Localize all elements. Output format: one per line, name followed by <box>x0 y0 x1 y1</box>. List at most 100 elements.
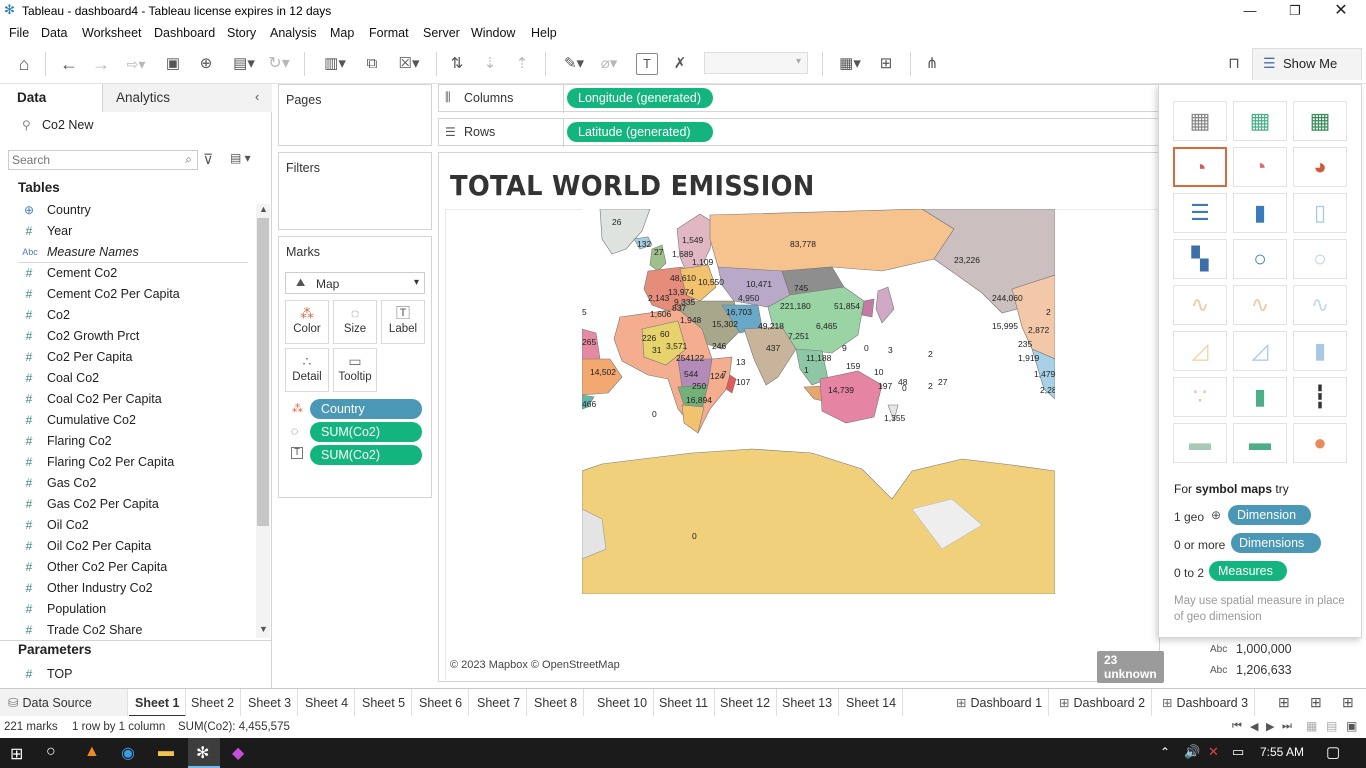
minimize-icon[interactable]: — <box>1240 2 1260 20</box>
clear-sheet-icon[interactable]: ☒▾ <box>392 52 426 76</box>
dashboard-tab[interactable]: ⊞ Dashboard 1 <box>950 689 1050 717</box>
field-item[interactable]: Abc Measure Names <box>0 242 255 263</box>
view-options-icon[interactable]: ▤ ▾ <box>230 151 251 165</box>
field-list-scrollbar[interactable]: ▲ ▼ <box>256 204 270 638</box>
menu-data[interactable]: Data <box>41 26 67 40</box>
edge-icon[interactable]: ◉ <box>121 743 135 763</box>
menu-help[interactable]: Help <box>531 26 557 40</box>
filters-card[interactable]: Filters <box>278 152 432 230</box>
filmstrip-icon[interactable]: ▤ <box>1326 719 1337 733</box>
sheet-sorter-icon[interactable]: ▦ <box>1306 719 1317 733</box>
field-item[interactable]: # Co2 <box>0 305 255 326</box>
sheet-tab[interactable]: Sheet 8 <box>528 689 585 717</box>
menu-story[interactable]: Story <box>227 26 256 40</box>
field-item[interactable]: # Flaring Co2 <box>0 431 255 452</box>
side-by-side-bars-chart-option[interactable]: ▯ <box>1293 193 1347 233</box>
gantt-chart-option[interactable]: ▬ <box>1173 423 1227 463</box>
home-icon[interactable]: ⌂ <box>12 52 36 76</box>
field-item[interactable]: # Co2 Growth Prct <box>0 326 255 347</box>
text-table-chart-option[interactable]: ▦ <box>1173 101 1227 141</box>
area-discrete-chart-option[interactable]: ◿ <box>1233 331 1287 371</box>
scatter-plot-chart-option[interactable]: ∵ <box>1173 377 1227 417</box>
menu-format[interactable]: Format <box>369 26 409 40</box>
datasource-name[interactable]: Co2 New <box>42 118 93 132</box>
file-explorer-icon[interactable]: ▬ <box>158 743 174 761</box>
cortana-icon[interactable]: ○ <box>46 743 56 761</box>
horizontal-bars-chart-option[interactable]: ☰ <box>1173 193 1227 233</box>
label-button[interactable]: 🅃 Label <box>381 300 425 344</box>
sheet-tab[interactable]: Sheet 13 <box>776 689 840 717</box>
refresh-icon[interactable]: ↻▾ <box>264 52 294 76</box>
tab-analytics[interactable]: Analytics <box>116 90 170 105</box>
field-item[interactable]: # Cement Co2 <box>0 263 255 284</box>
menu-map[interactable]: Map <box>330 26 354 40</box>
sheet-tab[interactable]: Sheet 7 <box>471 689 528 717</box>
field-item[interactable]: # Oil Co2 Per Capita <box>0 536 255 557</box>
show-cards-icon[interactable]: ▦▾ <box>834 52 866 76</box>
field-item[interactable]: # Population <box>0 599 255 620</box>
first-sheet-icon[interactable]: ⏮ <box>1232 720 1242 733</box>
tooltip-toggle-icon[interactable]: ⊓ <box>1222 52 1246 76</box>
paint-icon[interactable]: ◆ <box>232 743 244 763</box>
country-color-pill[interactable]: Country <box>310 399 422 419</box>
columns-shelf[interactable]: ⫼ Columns Longitude (generated) <box>438 84 1160 113</box>
search-input[interactable] <box>12 153 172 167</box>
sheet-tab[interactable]: Sheet 14 <box>840 689 904 717</box>
vlc-icon[interactable]: ▲ <box>84 743 100 761</box>
filter-icon[interactable]: ⊽ <box>203 151 213 168</box>
field-item[interactable]: # Coal Co2 Per Capita <box>0 389 255 410</box>
menu-server[interactable]: Server <box>423 26 460 40</box>
last-sheet-icon[interactable]: ⏭ <box>1282 720 1292 733</box>
dashboard-tab[interactable]: ⊞ Dashboard 3 <box>1156 689 1256 717</box>
new-dashboard-tab-icon[interactable]: ⊞ <box>1310 694 1322 711</box>
tableau-taskbar-button[interactable]: ✻ <box>188 738 220 768</box>
data-source-tab[interactable]: ⛁ Data Source <box>0 689 128 717</box>
save-icon[interactable]: ▣ <box>162 52 184 76</box>
tooltip-button[interactable]: ▭ Tooltip <box>333 348 377 392</box>
windows-start-icon[interactable]: ⊞ <box>10 744 23 764</box>
mark-type-dropdown[interactable]: ⛰ Map ▾ <box>285 272 425 294</box>
sum-co2-size-pill[interactable]: SUM(Co2) <box>310 422 422 442</box>
field-item[interactable]: # Year <box>0 221 255 242</box>
circle-view-chart-option[interactable]: ○ <box>1233 239 1287 279</box>
new-worksheet-tab-icon[interactable]: ⊞ <box>1278 694 1290 711</box>
sum-co2-label-pill[interactable]: SUM(Co2) <box>310 445 422 465</box>
rows-shelf[interactable]: ☰ Rows Latitude (generated) <box>438 118 1160 147</box>
sheet-tab[interactable]: Sheet 6 <box>413 689 470 717</box>
filled-map-chart-option[interactable]: ◔ <box>1233 147 1287 187</box>
sheet-tab[interactable]: Sheet 3 <box>242 689 299 717</box>
parameter-top[interactable]: # TOP <box>0 664 255 685</box>
highlight-table-chart-option[interactable]: ▦ <box>1293 101 1347 141</box>
field-item[interactable]: # Cumulative Co2 <box>0 410 255 431</box>
field-item[interactable]: # Other Industry Co2 <box>0 578 255 599</box>
dashboard-tab[interactable]: ⊞ Dashboard 2 <box>1053 689 1153 717</box>
dual-combination-chart-option[interactable]: ▮ <box>1293 331 1347 371</box>
symbol-map-chart-option[interactable]: ◔ <box>1173 147 1227 187</box>
new-story-tab-icon[interactable]: ⊞ <box>1342 694 1354 711</box>
collapse-pane-icon[interactable]: ‹ <box>255 89 259 104</box>
volume-icon[interactable]: 🔊 <box>1184 744 1200 760</box>
share-icon[interactable]: ⋔ <box>920 52 944 76</box>
battery-icon[interactable]: ▭ <box>1232 744 1244 760</box>
field-item[interactable]: # Co2 Per Capita <box>0 347 255 368</box>
treemap-chart-option[interactable]: ▚ <box>1173 239 1227 279</box>
sheet-tab[interactable]: Sheet 10 <box>591 689 655 717</box>
menu-dashboard[interactable]: Dashboard <box>154 26 215 40</box>
field-item[interactable]: # Gas Co2 Per Capita <box>0 494 255 515</box>
sheet-tab[interactable]: Sheet 5 <box>356 689 413 717</box>
field-item[interactable]: # Coal Co2 <box>0 368 255 389</box>
sheet-tab[interactable]: Sheet 12 <box>714 689 778 717</box>
swap-rows-columns-icon[interactable]: ⇅ <box>445 52 469 76</box>
prev-sheet-icon[interactable]: ◀ <box>1250 720 1258 733</box>
show-hidden-icons-icon[interactable]: ⌃ <box>1160 745 1170 759</box>
notifications-icon[interactable]: ▢ <box>1326 743 1340 761</box>
heat-map-chart-option[interactable]: ▦ <box>1233 101 1287 141</box>
show-mark-labels-icon[interactable]: T <box>636 53 658 75</box>
packed-bubbles-chart-option[interactable]: ● <box>1293 423 1347 463</box>
size-button[interactable]: ◌ Size <box>333 300 377 344</box>
world-map[interactable]: 26 132 27 1,689 1,549 1,109 83,778 23,226 48,610… <box>582 209 1055 594</box>
menu-window[interactable]: Window <box>471 26 515 40</box>
menu-file[interactable]: File <box>9 26 29 40</box>
continuous-lines-chart-option[interactable]: ∿ <box>1173 285 1227 325</box>
highlight-icon[interactable]: ✎▾ <box>558 52 590 76</box>
